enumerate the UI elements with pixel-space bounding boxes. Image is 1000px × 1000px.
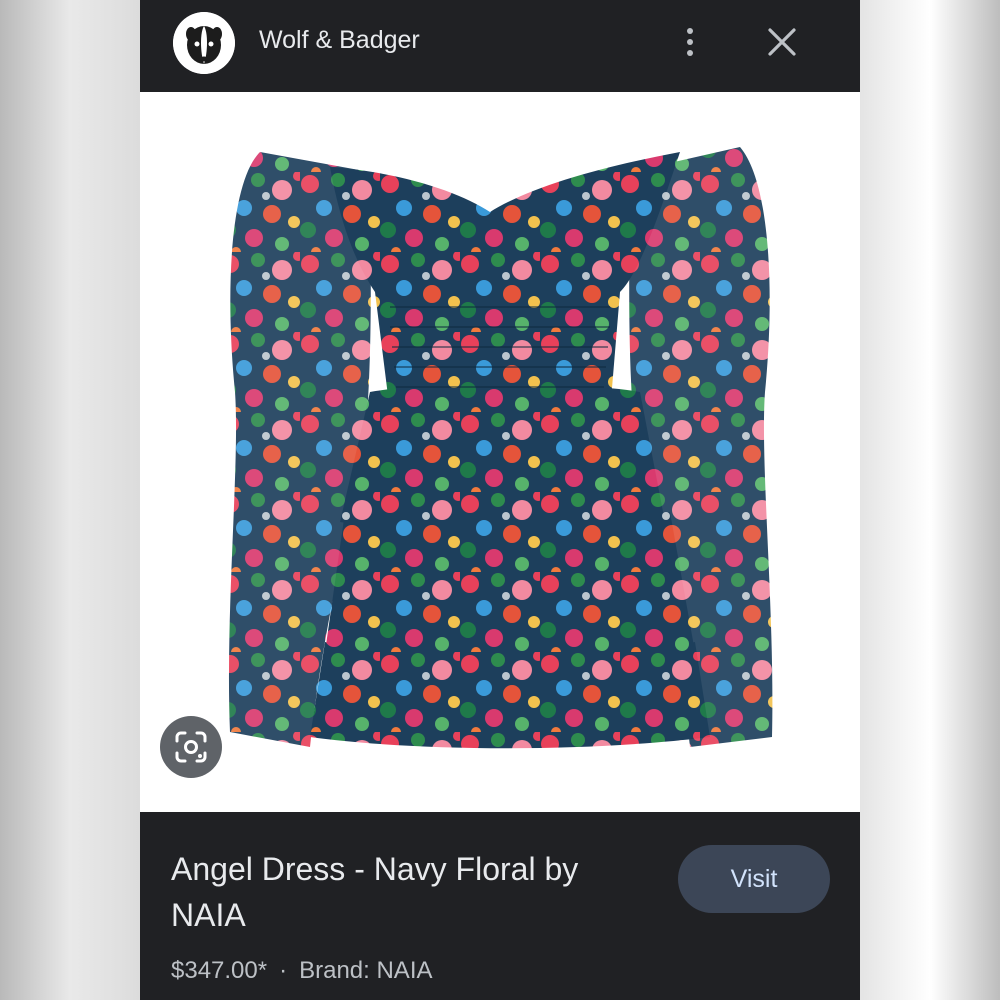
price: $347.00* (171, 957, 268, 984)
panel-header: Wolf & Badger (140, 0, 860, 92)
product-image[interactable] (140, 92, 860, 812)
visit-button[interactable]: Visit (678, 845, 830, 913)
more-vert-icon-dot (687, 39, 693, 45)
product-meta: $347.00* · Brand: NAIA (171, 957, 433, 985)
close-icon (768, 28, 796, 56)
image-preview-panel: Wolf & Badger Angel Dress - Navy Floral … (140, 0, 860, 1000)
lens-search-button[interactable] (160, 716, 222, 778)
more-vert-icon (687, 28, 693, 34)
close-button[interactable] (762, 22, 802, 62)
badger-logo-icon (173, 12, 235, 74)
more-vert-icon-dot (687, 50, 693, 56)
brand: Brand: NAIA (299, 957, 433, 984)
more-options-button[interactable] (674, 22, 706, 62)
site-name[interactable]: Wolf & Badger (259, 26, 420, 55)
product-title[interactable]: Angel Dress - Navy Floral by NAIA (171, 846, 651, 938)
site-logo[interactable] (173, 12, 235, 74)
meta-separator: · (279, 957, 288, 984)
dress-image (228, 147, 773, 749)
google-lens-icon (175, 731, 207, 763)
